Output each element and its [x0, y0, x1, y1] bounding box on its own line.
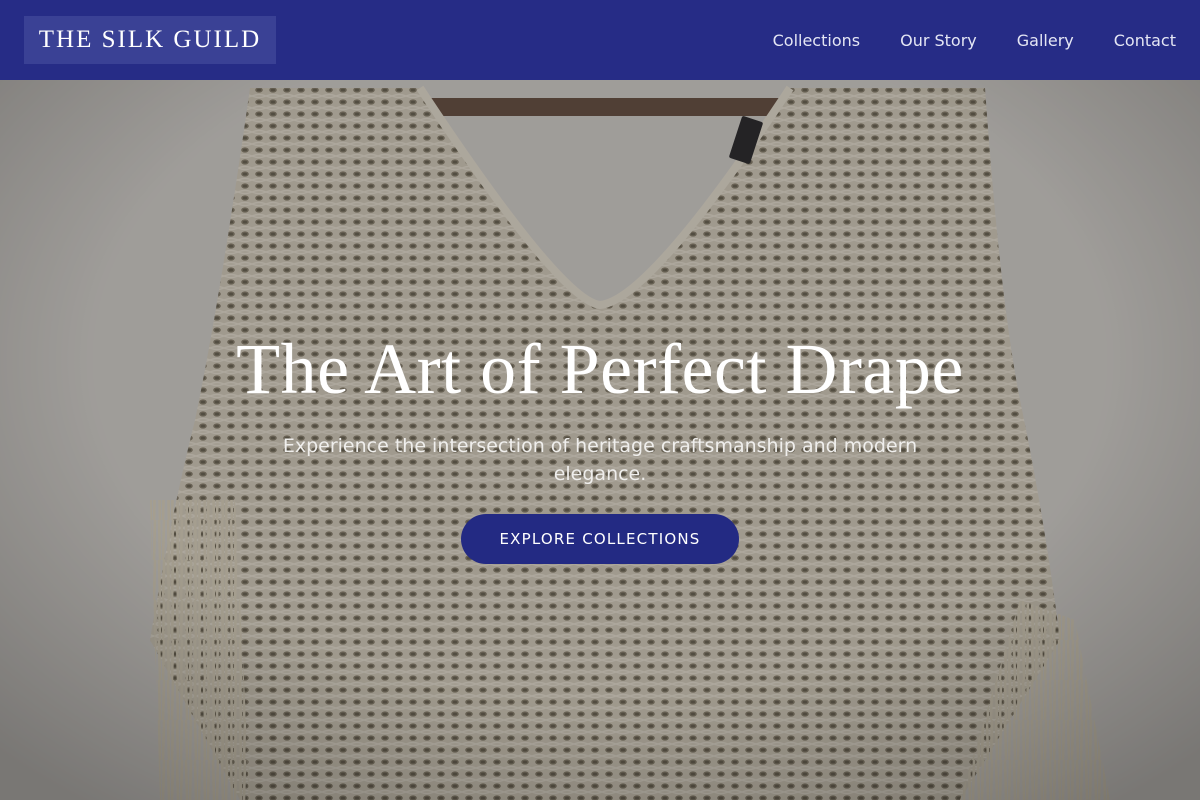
- nav-item-gallery[interactable]: Gallery: [1017, 31, 1074, 50]
- nav-item-contact[interactable]: Contact: [1114, 31, 1176, 50]
- hero-subtitle: Experience the intersection of heritage …: [282, 435, 918, 485]
- explore-collections-button[interactable]: EXPLORE COLLECTIONS: [461, 514, 739, 564]
- main-nav: Collections Our Story Gallery Contact: [773, 0, 1176, 80]
- site-header: THE SILK GUILD Collections Our Story Gal…: [0, 0, 1200, 80]
- hero-title: The Art of Perfect Drape: [236, 329, 964, 409]
- hero-content: The Art of Perfect Drape Experience the …: [0, 328, 1200, 564]
- nav-item-our-story[interactable]: Our Story: [900, 31, 977, 50]
- hero-section: The Art of Perfect Drape Experience the …: [0, 0, 1200, 800]
- page: The Art of Perfect Drape Experience the …: [0, 0, 1200, 800]
- nav-item-collections[interactable]: Collections: [773, 31, 860, 50]
- brand-logo[interactable]: THE SILK GUILD: [24, 16, 276, 64]
